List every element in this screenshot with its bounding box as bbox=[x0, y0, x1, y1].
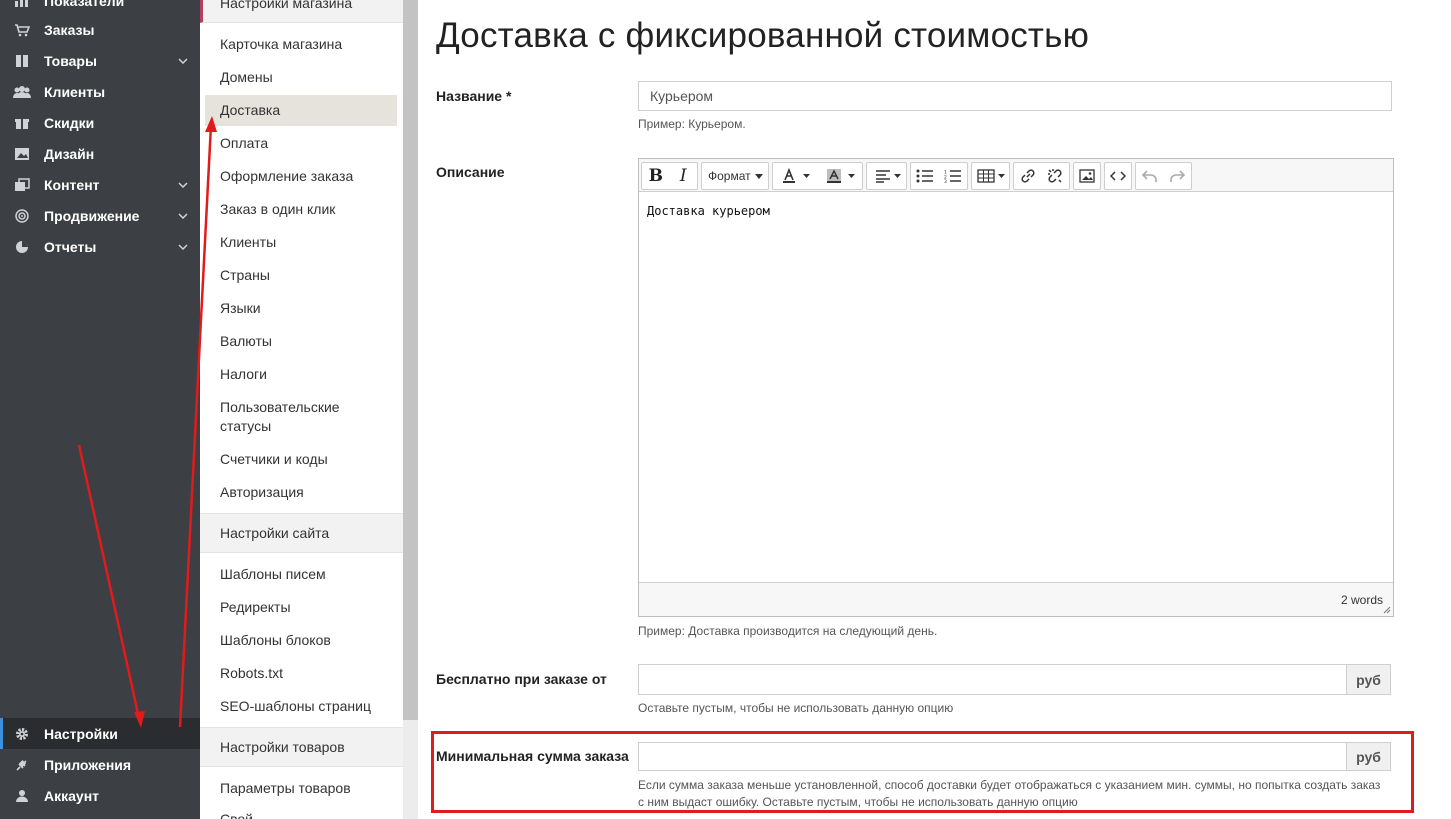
annotation-arrow-up-head bbox=[205, 116, 217, 132]
annotation-arrows bbox=[77, 116, 217, 728]
annotation-arrow-down-head bbox=[134, 711, 145, 728]
annotation-arrow-down bbox=[77, 444, 142, 724]
annotation-arrow-up bbox=[178, 124, 213, 728]
app-window: Показатели Заказы Товары Клиенты Скидки … bbox=[0, 0, 1451, 819]
